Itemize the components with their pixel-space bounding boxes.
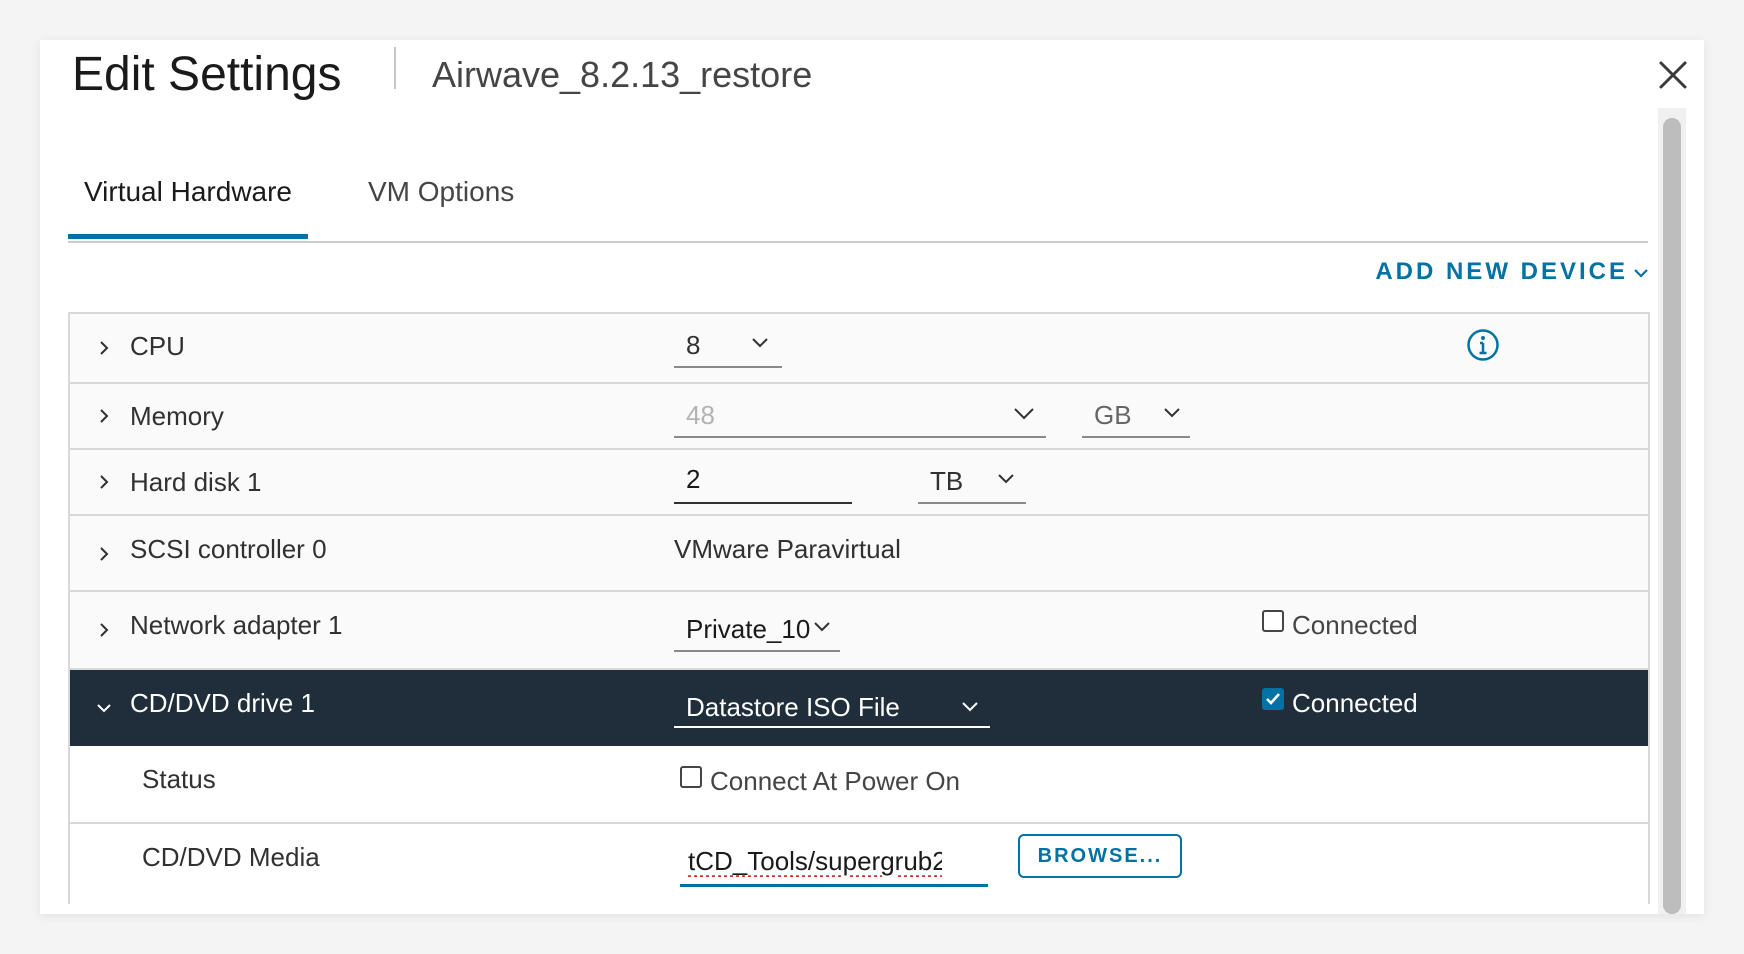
- hard-disk-size-input[interactable]: 2: [674, 450, 852, 504]
- chevron-down-icon: [1164, 408, 1180, 418]
- title-divider: [394, 47, 396, 89]
- hard-disk-unit-select[interactable]: TB: [918, 450, 1026, 504]
- cd-dvd-connected-checkbox[interactable]: [1262, 688, 1284, 710]
- device-row-hard-disk[interactable]: Hard disk 1 2 TB: [70, 450, 1648, 516]
- info-icon[interactable]: [1466, 328, 1500, 362]
- memory-value: 48: [686, 400, 715, 430]
- network-value: Private_10: [686, 614, 811, 644]
- chevron-right-icon[interactable]: [96, 340, 112, 356]
- connect-at-power-on-label: Connect At Power On: [710, 766, 961, 796]
- network-select[interactable]: Private_10: [674, 604, 840, 652]
- cpu-label: CPU: [130, 331, 185, 361]
- device-row-network-adapter[interactable]: Network adapter 1 Private_10 Connected: [70, 592, 1648, 670]
- checkmark-icon: [1266, 693, 1280, 705]
- tab-virtual-hardware[interactable]: Virtual Hardware: [68, 145, 308, 239]
- hard-disk-unit: TB: [930, 466, 964, 496]
- cd-dvd-media-row: CD/DVD Media tCD_Tools/supergrub2-c BROW…: [70, 824, 1648, 904]
- memory-label: Memory: [130, 401, 224, 431]
- cpu-value: 8: [686, 330, 701, 360]
- network-adapter-label: Network adapter 1: [130, 610, 343, 640]
- cpu-select[interactable]: 8: [674, 314, 782, 368]
- cd-dvd-status-row: Status Connect At Power On: [70, 746, 1648, 824]
- chevron-right-icon[interactable]: [96, 474, 112, 490]
- device-row-cd-dvd-drive[interactable]: CD/DVD drive 1 Datastore ISO File Connec…: [70, 670, 1648, 746]
- edit-settings-dialog: Edit Settings Airwave_8.2.13_restore Vir…: [40, 40, 1704, 914]
- close-icon[interactable]: [1653, 55, 1693, 95]
- memory-select[interactable]: 48: [674, 384, 1046, 438]
- hard-disk-size-value: 2: [686, 464, 701, 494]
- device-row-memory[interactable]: Memory 48 GB: [70, 384, 1648, 450]
- dialog-title: Edit Settings: [72, 48, 342, 101]
- chevron-down-icon: [1014, 408, 1034, 420]
- settings-tabs: Virtual Hardware VM Options: [68, 145, 1648, 243]
- cd-dvd-media-label: CD/DVD Media: [142, 842, 320, 872]
- cd-dvd-drive-label: CD/DVD drive 1: [130, 688, 315, 718]
- memory-unit: GB: [1094, 400, 1132, 430]
- add-new-device-label: ADD NEW DEVICE: [1375, 258, 1628, 285]
- cd-dvd-media-input[interactable]: tCD_Tools/supergrub2-c: [680, 832, 988, 887]
- network-connected-label: Connected: [1292, 610, 1418, 640]
- cd-dvd-connected-label: Connected: [1292, 688, 1418, 718]
- chevron-down-icon: [814, 622, 830, 632]
- add-new-device-button[interactable]: ADD NEW DEVICE: [1375, 258, 1648, 286]
- vm-name: Airwave_8.2.13_restore: [432, 54, 813, 95]
- connect-at-power-on-checkbox[interactable]: [680, 766, 702, 788]
- chevron-down-icon[interactable]: [96, 700, 112, 716]
- cd-dvd-type-value: Datastore ISO File: [686, 692, 900, 722]
- chevron-right-icon[interactable]: [96, 408, 112, 424]
- chevron-down-icon: [1634, 268, 1648, 278]
- scrollbar-thumb[interactable]: [1663, 118, 1681, 914]
- chevron-down-icon: [962, 702, 978, 712]
- device-row-scsi-controller[interactable]: SCSI controller 0 VMware Paravirtual: [70, 516, 1648, 592]
- cd-dvd-type-select[interactable]: Datastore ISO File: [674, 682, 990, 728]
- chevron-right-icon[interactable]: [96, 622, 112, 638]
- browse-button[interactable]: BROWSE...: [1018, 834, 1182, 878]
- hard-disk-label: Hard disk 1: [130, 467, 262, 497]
- memory-unit-select[interactable]: GB: [1082, 384, 1190, 438]
- chevron-down-icon: [752, 338, 768, 348]
- tab-vm-options[interactable]: VM Options: [358, 145, 524, 239]
- scsi-controller-label: SCSI controller 0: [130, 534, 327, 564]
- network-connected-checkbox[interactable]: [1262, 610, 1284, 632]
- status-label: Status: [142, 764, 216, 794]
- chevron-down-icon: [998, 474, 1014, 484]
- device-row-cpu[interactable]: CPU 8: [70, 314, 1648, 384]
- chevron-right-icon[interactable]: [96, 546, 112, 562]
- scsi-controller-type: VMware Paravirtual: [674, 534, 901, 564]
- cd-dvd-media-path: tCD_Tools/supergrub2-c: [688, 846, 942, 876]
- virtual-hardware-table: CPU 8 Memory 48 GB Hard disk 1 2 TB SCSI…: [68, 312, 1650, 904]
